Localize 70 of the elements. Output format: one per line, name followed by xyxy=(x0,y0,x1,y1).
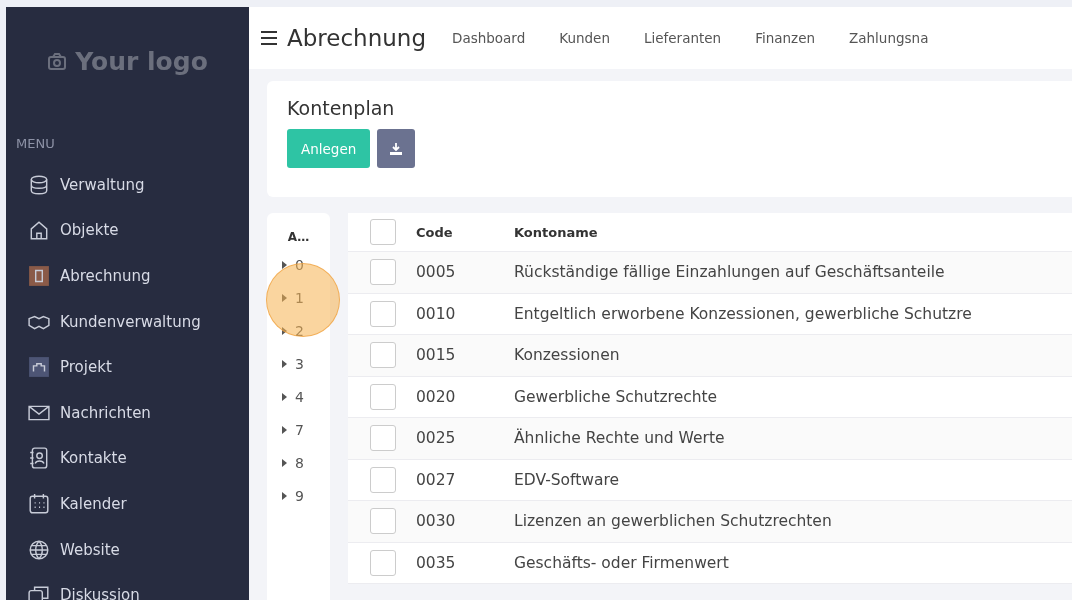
page-title: Abrechnung xyxy=(287,25,426,51)
nav-link[interactable]: Kunden xyxy=(559,30,610,46)
menu-icon[interactable] xyxy=(261,31,277,45)
table-cell: 0035 xyxy=(416,553,456,572)
nav-link[interactable]: Dashboard xyxy=(452,30,526,46)
checkbox[interactable] xyxy=(370,466,396,493)
table-cell: Entgeltlich erworbene Konzessionen, gewerbliche Schutzre xyxy=(514,304,972,323)
caret-right-icon[interactable] xyxy=(281,491,287,500)
table-cell: EDV-Software xyxy=(514,470,620,489)
table-cell: 0025 xyxy=(416,429,456,448)
column-header: Code xyxy=(416,224,453,240)
checkbox[interactable] xyxy=(370,383,396,410)
caret-right-icon[interactable] xyxy=(281,260,287,269)
caret-right-icon[interactable] xyxy=(281,359,287,368)
tree-item[interactable]: 4 xyxy=(295,388,304,405)
calendar-icon xyxy=(28,492,50,515)
tree-item[interactable]: 9 xyxy=(295,487,304,504)
card-title: Kontenplan xyxy=(287,97,395,119)
table-cell: 0010 xyxy=(416,304,456,323)
sidebar-item[interactable]: Nachrichten xyxy=(60,403,151,422)
tree-item[interactable]: 3 xyxy=(295,355,304,372)
checkbox[interactable] xyxy=(370,549,396,576)
table-cell: 0030 xyxy=(416,512,456,531)
checkbox[interactable] xyxy=(370,342,396,369)
sidebar-item[interactable]: Projekt xyxy=(60,358,112,377)
table-cell: 0005 xyxy=(416,263,456,282)
tree-item[interactable]: 8 xyxy=(295,454,304,471)
document-icon xyxy=(28,265,50,287)
sidebar-item[interactable]: Verwaltung xyxy=(60,175,145,194)
sidebar-item[interactable]: Kontakte xyxy=(60,449,127,468)
tree-item[interactable]: 7 xyxy=(295,421,304,438)
sidebar-item[interactable]: Objekte xyxy=(60,221,119,240)
sidebar-item[interactable]: Kundenverwaltung xyxy=(60,312,201,331)
table-cell: 0020 xyxy=(416,387,456,406)
caret-right-icon[interactable] xyxy=(281,326,287,335)
sidebar-item[interactable]: Kalender xyxy=(60,494,127,513)
download-button[interactable] xyxy=(377,129,416,168)
column-header: Kontoname xyxy=(514,224,598,240)
checkbox[interactable] xyxy=(370,425,396,452)
database-icon xyxy=(28,173,50,196)
nav-link[interactable]: Lieferanten xyxy=(644,30,722,46)
table-cell: Lizenzen an gewerblichen Schutzrechten xyxy=(514,512,832,531)
nav-link[interactable]: Zahlungsna xyxy=(849,30,929,46)
download-icon xyxy=(390,142,403,155)
menu-heading: MENU xyxy=(16,136,55,151)
table-cell: 0015 xyxy=(416,346,456,365)
logo-text: Your logo xyxy=(75,47,208,76)
camera-icon xyxy=(47,51,68,72)
caret-right-icon[interactable] xyxy=(281,458,287,467)
table-cell: 0027 xyxy=(416,470,456,489)
table-cell: Ähnliche Rechte und Werte xyxy=(514,429,725,448)
checkbox[interactable] xyxy=(370,259,396,286)
nav-link[interactable]: Finanzen xyxy=(755,30,816,46)
contact-book-icon xyxy=(28,447,50,470)
caret-right-icon[interactable] xyxy=(281,425,287,434)
sidebar-item[interactable]: Diskussion xyxy=(60,586,140,600)
caret-right-icon[interactable] xyxy=(281,392,287,401)
globe-icon xyxy=(28,538,50,561)
sidebar-item[interactable]: Website xyxy=(60,540,120,559)
checkbox[interactable] xyxy=(370,300,396,327)
chat-icon xyxy=(28,584,50,600)
table-cell: Geschäfts- oder Firmenwert xyxy=(514,553,729,572)
table-cell: Konzessionen xyxy=(514,346,620,365)
table-cell: Rückständige fällige Einzahlungen auf Geschäftsanteile xyxy=(514,263,945,282)
checkbox[interactable] xyxy=(370,219,396,245)
table-cell: Gewerbliche Schutzrechte xyxy=(514,387,718,406)
checkbox[interactable] xyxy=(370,508,396,535)
sidebar-item[interactable]: Abrechnung xyxy=(60,267,151,285)
column-header: A… xyxy=(286,230,311,244)
house-icon xyxy=(28,219,50,242)
